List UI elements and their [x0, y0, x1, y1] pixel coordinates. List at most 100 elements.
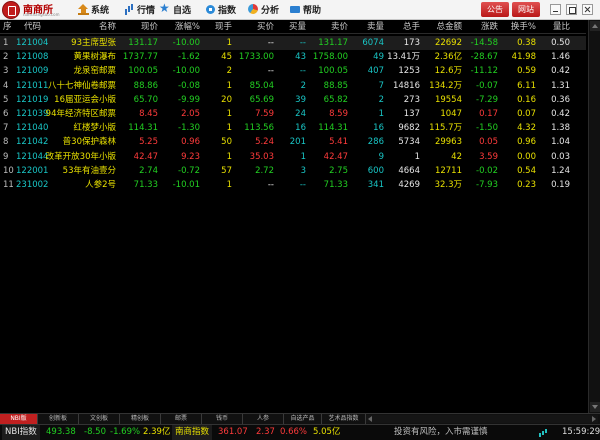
cell-change: -1.50: [476, 123, 498, 134]
nbi-index-change: -8.50: [84, 427, 106, 437]
cell-vol-ratio: 0.03: [551, 151, 570, 162]
cell-name: 16届亚运会小版: [54, 94, 116, 105]
col-header-change[interactable]: 涨跌: [464, 20, 498, 34]
quote-icon: [124, 4, 135, 15]
menu-favorites[interactable]: 自选: [159, 0, 191, 19]
table-row[interactable]: 5 121019 16届亚运会小版 65.70 -9.99 20 65.69 39 65.82 2…: [0, 93, 586, 107]
table-row[interactable]: 8 121042 普30保护森林 5.25 0.96 50 5.24 201 5.41 286 57…: [0, 135, 586, 149]
notice-button[interactable]: 公告: [481, 2, 509, 17]
col-header-price[interactable]: 现价: [118, 20, 158, 34]
risk-notice: 投资有风险，入市需谨慎: [394, 427, 488, 437]
col-header-turnover[interactable]: 换手%: [500, 20, 536, 34]
cell-amount: 19554: [434, 94, 462, 105]
tab-art-index[interactable]: 艺术品指数: [322, 414, 366, 424]
cell-price: 2.74: [139, 165, 158, 176]
scroll-left-icon[interactable]: [366, 415, 374, 423]
cell-vol: 2: [226, 66, 232, 77]
close-icon[interactable]: [582, 4, 593, 15]
col-header-bid-qty[interactable]: 买量: [276, 20, 306, 34]
cell-total-vol: 14816: [392, 80, 420, 91]
cell-change: -14.58: [470, 38, 498, 48]
cell-price: 65.70: [133, 94, 158, 105]
menu-quotes[interactable]: 行情: [124, 0, 155, 19]
tab-watchlist[interactable]: 自选产品: [284, 414, 322, 424]
nanshang-index-label[interactable]: 南商指数: [172, 425, 213, 440]
cell-total-vol: 1253: [398, 66, 420, 77]
col-header-index[interactable]: 序: [3, 20, 12, 34]
table-row[interactable]: 9 121044 改革开放30年小版 42.47 9.23 1 35.03 1 42.47 9 1 4…: [0, 150, 586, 164]
col-header-ask[interactable]: 卖价: [308, 20, 348, 34]
tab-stamps[interactable]: 邮票: [161, 414, 202, 424]
col-header-total-vol[interactable]: 总手: [386, 20, 420, 34]
cell-bid: 1733.00: [238, 52, 274, 63]
cell-bid: 5.24: [255, 137, 274, 148]
menu-label: 指数: [218, 6, 237, 16]
cell-chg-pct: 9.23: [181, 151, 200, 162]
cell-ask-qty: 6074: [362, 38, 384, 48]
col-header-vol-ratio[interactable]: 量比: [538, 20, 570, 34]
scroll-right-icon[interactable]: [590, 415, 598, 423]
cell-amount: 134.2万: [429, 80, 462, 91]
cell-idx: 8: [3, 137, 9, 148]
menu-system[interactable]: 系统: [78, 0, 109, 19]
menu-label: 行情: [137, 6, 156, 16]
cell-idx: 3: [3, 66, 9, 77]
menu-help[interactable]: 帮助: [290, 0, 321, 19]
cell-ask-qty: 16: [373, 123, 384, 134]
website-button[interactable]: 网站: [512, 2, 540, 17]
cell-vol-ratio: 1.46: [551, 52, 570, 63]
table-row[interactable]: 10 122001 53年有油壹分 2.74 -0.72 57 2.72 3 2.75 600 46…: [0, 164, 586, 178]
nanshang-index-amount: 5.05亿: [313, 427, 341, 437]
table-row[interactable]: 2 121008 黄果树瀑布 1737.77 -1.62 45 1733.00 43 1758.…: [0, 50, 586, 64]
cell-bid-qty: 16: [295, 123, 306, 134]
table-row[interactable]: 7 121040 红楼梦小版 114.31 -1.30 1 113.56 16 114.31 16…: [0, 121, 586, 135]
col-header-code[interactable]: 代码: [24, 20, 41, 34]
cell-total-vol: 1: [414, 151, 420, 162]
col-header-volume[interactable]: 现手: [202, 20, 232, 34]
menu-analysis[interactable]: 分析: [248, 0, 279, 19]
table-row[interactable]: 4 121011 八十七神仙卷邮票 88.86 -0.08 1 85.04 2 88.85 7 14…: [0, 79, 586, 93]
col-header-name[interactable]: 名称: [60, 20, 116, 34]
cell-idx: 10: [3, 165, 14, 176]
cell-ask: 100.05: [318, 66, 348, 77]
tab-coins[interactable]: 钱币: [202, 414, 243, 424]
table-row[interactable]: 1 121004 93主席型张 131.17 -10.00 1 -- -- 131.17 6074…: [0, 36, 586, 50]
cell-price: 1737.77: [122, 52, 158, 63]
table-row[interactable]: 6 121039 94年经济特区邮票 8.45 2.05 1 7.59 24 8.59 1 137 1…: [0, 107, 586, 121]
home-icon: [78, 4, 89, 15]
cell-change: 0.05: [479, 137, 498, 148]
horizontal-scrollbar[interactable]: [366, 415, 598, 423]
maximize-icon[interactable]: [566, 4, 577, 15]
col-header-ask-qty[interactable]: 卖量: [350, 20, 384, 34]
cell-bid-qty: 2: [300, 80, 306, 91]
app-logo: 南商所 nanshangsuo.com: [2, 1, 64, 19]
cell-turnover: 0.54: [517, 165, 536, 176]
table-row[interactable]: 3 121009 龙泉窑邮票 100.05 -10.00 2 -- -- 100.05 407 12…: [0, 64, 586, 78]
vertical-scrollbar[interactable]: [588, 20, 600, 413]
col-header-amount[interactable]: 总金额: [422, 20, 462, 34]
menu-index[interactable]: 指数: [205, 0, 236, 19]
scroll-up-icon[interactable]: [590, 21, 600, 31]
tab-cultural[interactable]: 文创板: [79, 414, 120, 424]
cell-bid-qty: --: [299, 180, 306, 190]
cell-price: 42.47: [133, 151, 158, 162]
tab-nbi[interactable]: NBI版: [0, 414, 38, 424]
cell-idx: 2: [3, 52, 9, 63]
minimize-icon[interactable]: [550, 4, 561, 15]
cell-bid-qty: 3: [300, 165, 306, 176]
table-row[interactable]: 11 231002 人参2号 71.33 -10.01 1 -- -- 71.33 341 4269…: [0, 178, 586, 192]
clock-time: 15:59:29: [562, 427, 600, 437]
cell-bid: --: [267, 66, 274, 77]
cell-chg-pct: -0.08: [178, 80, 200, 91]
tab-innovation[interactable]: 创新板: [38, 414, 79, 424]
cell-amount: 1047: [440, 109, 462, 119]
scroll-down-icon[interactable]: [590, 402, 600, 412]
nbi-index-label[interactable]: NBI指数: [2, 425, 40, 440]
tab-ginseng[interactable]: 人参: [243, 414, 284, 424]
cell-price: 88.86: [133, 80, 158, 91]
col-header-change-pct[interactable]: 涨幅%: [160, 20, 200, 34]
col-header-bid[interactable]: 买价: [234, 20, 274, 34]
cell-vol: 20: [221, 94, 232, 105]
tab-fine[interactable]: 精创板: [120, 414, 161, 424]
cell-idx: 11: [3, 180, 14, 190]
